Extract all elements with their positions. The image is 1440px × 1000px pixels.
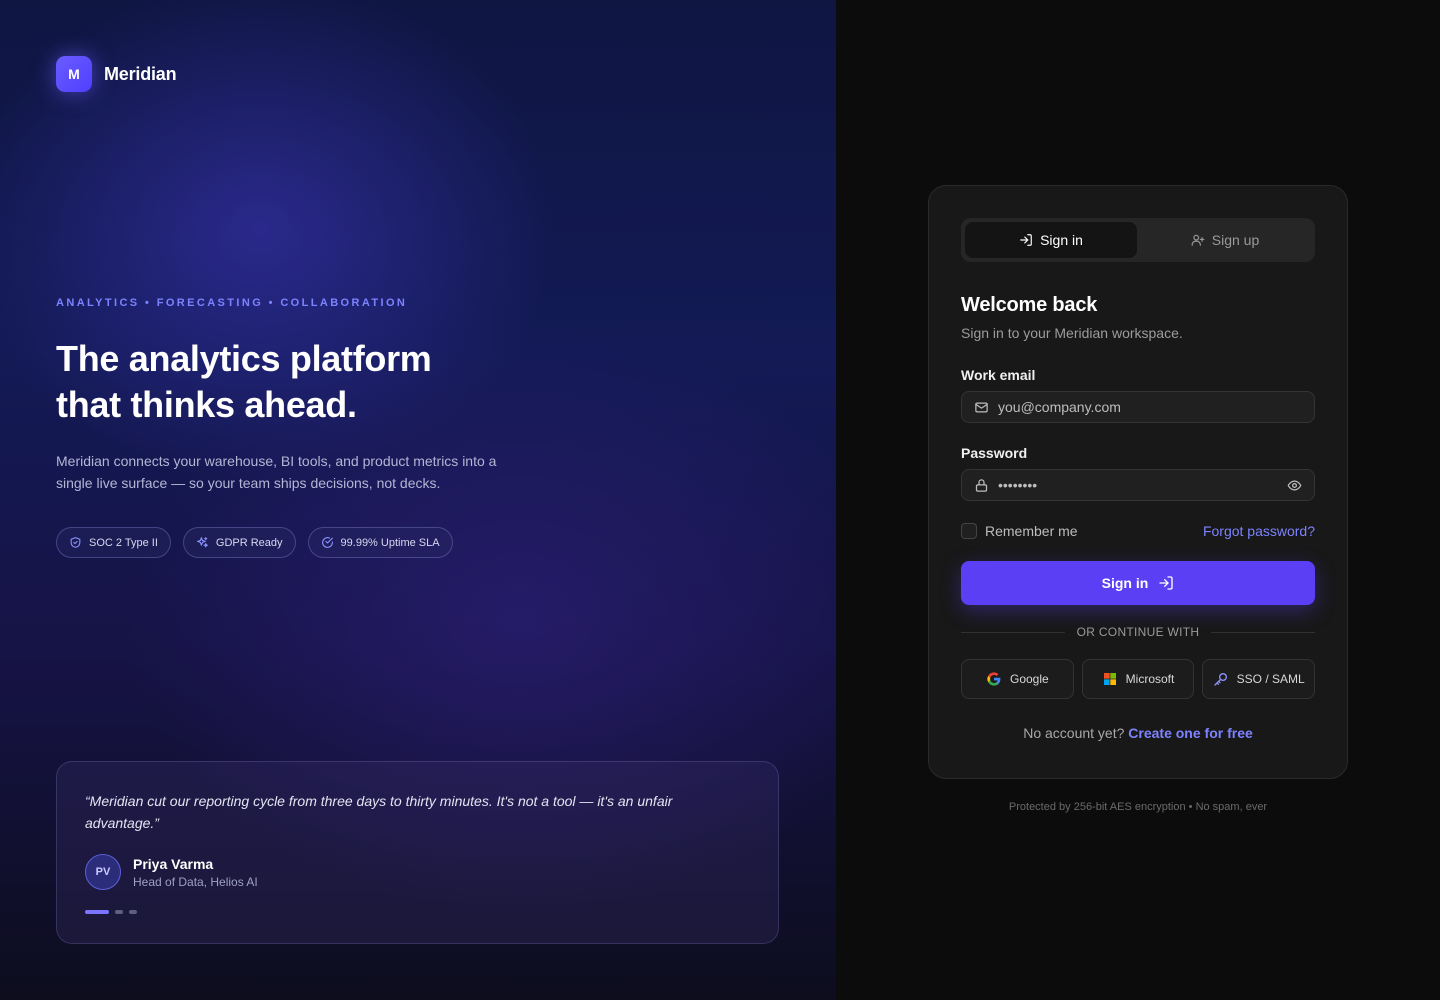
social-label: Microsoft <box>1125 672 1175 686</box>
password-label: Password <box>961 445 1028 461</box>
avatar: PV <box>85 854 121 890</box>
trust-badges: SOC 2 Type II GDPR Ready 99.99% Uptime S… <box>56 527 453 558</box>
brand-name: Meridian <box>104 63 177 84</box>
forgot-password-link[interactable]: Forgot password? <box>1203 523 1315 539</box>
google-icon <box>987 672 1001 686</box>
create-account-link[interactable]: Create one for free <box>1128 725 1252 741</box>
hero-eyebrow: ANALYTICS • FORECASTING • COLLABORATION <box>56 297 408 309</box>
sign-in-button-label: Sign in <box>1101 575 1149 591</box>
carousel-dot-1[interactable] <box>85 910 109 914</box>
tab-label: Sign in <box>1040 232 1083 248</box>
hero-headline-line2: that thinks ahead. <box>56 384 357 425</box>
check-circle-icon <box>321 537 333 548</box>
divider-line <box>1211 631 1316 633</box>
badge-label: GDPR Ready <box>215 536 283 549</box>
author-name: Priya Varma <box>133 855 214 872</box>
auth-tabs: Sign in Sign up <box>961 218 1315 262</box>
tab-sign-in[interactable]: Sign in <box>965 222 1137 258</box>
email-field[interactable] <box>998 399 1302 415</box>
auth-panel: Sign in Sign up Welcome back Sign in to … <box>836 0 1440 1000</box>
form-title: Welcome back <box>961 294 1098 316</box>
password-field[interactable] <box>998 477 1278 493</box>
security-note: Protected by 256-bit AES encryption • No… <box>1008 801 1268 813</box>
sparkles-icon <box>196 537 208 548</box>
remember-checkbox[interactable] <box>961 523 977 539</box>
microsoft-icon <box>1103 673 1116 685</box>
carousel-dot-3[interactable] <box>129 910 137 914</box>
carousel-dot-2[interactable] <box>115 910 123 914</box>
eye-icon[interactable] <box>1287 478 1302 493</box>
social-label: Google <box>1009 672 1049 686</box>
brand[interactable]: M Meridian <box>56 56 177 92</box>
carousel-dots <box>85 910 750 914</box>
social-label: SSO / SAML <box>1236 672 1305 686</box>
microsoft-button[interactable]: Microsoft <box>1081 659 1195 699</box>
badge-label: SOC 2 Type II <box>89 536 158 549</box>
divider-label: OR CONTINUE WITH <box>1076 625 1200 639</box>
badge-label: 99.99% Uptime SLA <box>340 536 440 549</box>
user-plus-icon <box>1191 234 1205 246</box>
divider-line <box>961 631 1065 633</box>
social-logins: Google Microsoft SSO / SAML <box>961 659 1316 699</box>
tab-label: Sign up <box>1211 232 1260 248</box>
log-in-icon <box>1020 234 1032 246</box>
or-divider: OR CONTINUE WITH <box>961 625 1316 639</box>
signup-prompt: No account yet? Create one for free <box>961 725 1315 741</box>
marketing-panel: M Meridian ANALYTICS • FORECASTING • COL… <box>0 0 836 1000</box>
hero-description: Meridian connects your warehouse, BI too… <box>56 453 497 491</box>
lock-icon <box>975 478 988 492</box>
testimonial-quote: “Meridian cut our reporting cycle from t… <box>85 793 673 831</box>
sso-button[interactable]: SSO / SAML <box>1202 659 1316 699</box>
remember-label: Remember me <box>985 523 1078 539</box>
tab-sign-up[interactable]: Sign up <box>1139 222 1311 258</box>
log-in-icon <box>1159 576 1173 590</box>
badge-soc2: SOC 2 Type II <box>56 527 171 558</box>
no-account-text: No account yet? <box>1023 725 1125 741</box>
brand-logo: M <box>56 56 92 92</box>
badge-uptime: 99.99% Uptime SLA <box>307 527 453 558</box>
author-role: Head of Data, Helios AI <box>133 874 258 889</box>
testimonial-author: PV Priya Varma Head of Data, Helios AI <box>85 854 750 890</box>
password-field-wrapper <box>961 469 1315 501</box>
hero-headline: The analytics platform that thinks ahead… <box>56 336 576 428</box>
auth-card: Sign in Sign up Welcome back Sign in to … <box>928 185 1348 779</box>
remember-me[interactable]: Remember me <box>961 523 1078 539</box>
badge-gdpr: GDPR Ready <box>182 527 296 558</box>
sign-in-button[interactable]: Sign in <box>961 561 1315 605</box>
email-field-wrapper <box>961 391 1315 423</box>
hero-headline-line1: The analytics platform <box>56 338 432 379</box>
form-options: Remember me Forgot password? <box>961 523 1315 539</box>
key-icon <box>1213 673 1227 686</box>
google-button[interactable]: Google <box>961 659 1074 699</box>
form-subtitle: Sign in to your Meridian workspace. <box>961 325 1183 341</box>
mail-icon <box>975 402 988 412</box>
email-label: Work email <box>961 367 1036 383</box>
testimonial-card: “Meridian cut our reporting cycle from t… <box>56 761 779 944</box>
shield-icon <box>70 537 81 548</box>
